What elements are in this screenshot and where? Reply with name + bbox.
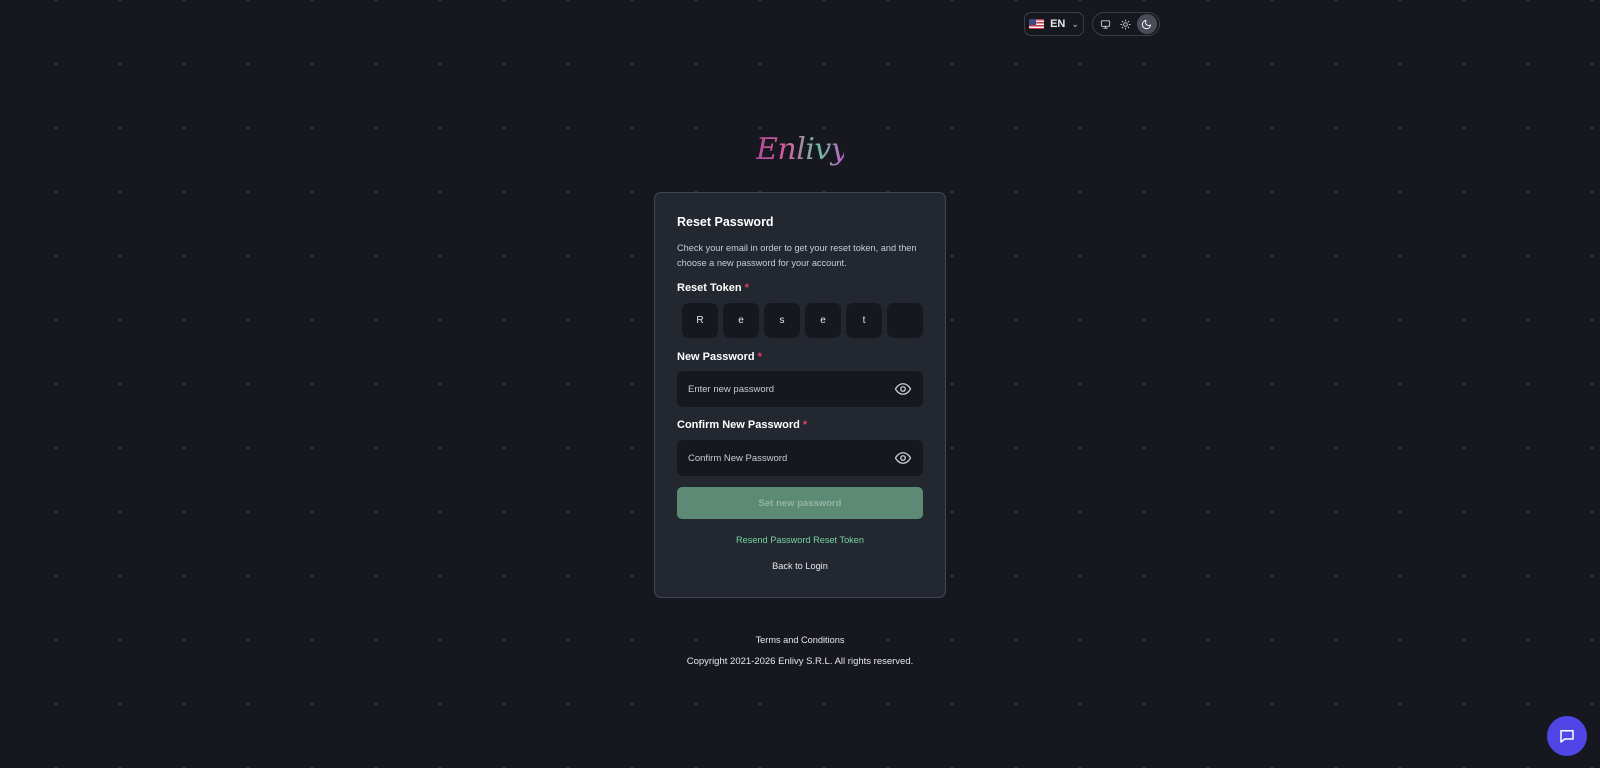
reset-token-inputs: R e s e t [682,303,923,338]
token-char-input[interactable]: s [764,303,800,338]
sun-icon [1120,18,1132,30]
language-code: EN [1050,18,1066,30]
eye-icon[interactable] [894,449,912,467]
card-title: Reset Password [677,215,774,229]
resend-token-link[interactable]: Resend Password Reset Token [655,535,945,545]
token-char-input[interactable]: e [723,303,759,338]
chevron-down-icon: ⌄ [1071,18,1079,29]
confirm-password-input[interactable] [688,452,878,464]
required-mark: * [744,282,749,294]
reset-token-label: Reset Token * [677,282,749,294]
card-description: Check your email in order to get your re… [677,243,917,268]
copyright-text: Copyright 2021-2026 Enlivy S.R.L. All ri… [686,656,914,667]
chat-button[interactable] [1547,716,1587,756]
enlivy-logo: Enlivy [756,130,848,170]
monitor-icon [1100,19,1110,29]
new-password-label: New Password * [677,351,762,363]
eye-icon[interactable] [894,380,912,398]
theme-system-button[interactable] [1095,14,1115,34]
token-char-input[interactable] [887,303,923,338]
confirm-password-label: Confirm New Password * [677,419,808,431]
new-password-input[interactable] [688,383,878,395]
language-selector[interactable]: EN ⌄ [1024,12,1084,36]
back-to-login-link[interactable]: Back to Login [655,561,945,571]
terms-link[interactable]: Terms and Conditions [0,635,1600,645]
confirm-password-field [677,440,923,476]
set-new-password-button[interactable]: Set new password [677,487,923,519]
token-char-input[interactable]: R [682,303,718,338]
reset-password-card: Reset Password Check your email in order… [654,192,946,598]
us-flag-icon [1029,19,1045,29]
token-char-input[interactable]: e [805,303,841,338]
new-password-field [677,371,923,407]
theme-switcher [1092,12,1160,36]
required-mark: * [802,419,808,431]
theme-dark-button[interactable] [1136,14,1157,34]
required-mark: * [757,351,762,363]
token-char-input[interactable]: t [846,303,882,338]
chat-bubble-icon [1560,730,1574,743]
theme-light-button[interactable] [1116,14,1136,34]
moon-icon [1142,19,1152,29]
